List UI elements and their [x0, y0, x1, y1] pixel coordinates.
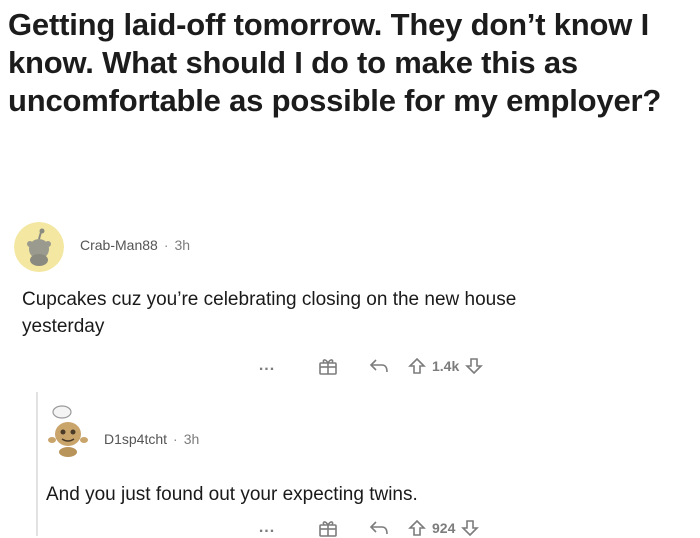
username[interactable]: D1sp4tcht — [104, 431, 167, 447]
upvote-icon[interactable] — [408, 357, 426, 375]
user-avatar-icon[interactable] — [40, 402, 96, 458]
comment-actions: ... 1.4k — [252, 356, 484, 376]
more-options-button[interactable]: ... — [252, 519, 282, 537]
downvote-icon[interactable] — [465, 357, 484, 375]
upvote-icon[interactable] — [408, 519, 426, 537]
comment-actions: ... 924 — [252, 518, 480, 538]
comment-body: Cupcakes cuz you’re celebrating closing … — [22, 289, 517, 337]
downvote-icon[interactable] — [461, 519, 480, 537]
comment-body: And you just found out your expecting tw… — [46, 484, 418, 505]
award-icon[interactable] — [318, 518, 338, 538]
meta-separator: · — [173, 431, 178, 447]
vote-score: 924 — [432, 520, 456, 536]
comment-meta: D1sp4tcht · 3h — [104, 431, 199, 447]
comment-age: 3h — [183, 431, 200, 447]
post-title: Getting laid-off tomorrow. They don’t kn… — [8, 7, 662, 118]
more-options-button[interactable]: ... — [252, 357, 282, 375]
username[interactable]: Crab-Man88 — [80, 237, 158, 253]
user-avatar-icon[interactable] — [14, 222, 64, 272]
thread-line[interactable] — [36, 392, 38, 536]
comment-age: 3h — [174, 237, 191, 253]
comment-meta: Crab-Man88 · 3h — [80, 237, 190, 253]
meta-separator: · — [163, 237, 169, 253]
award-icon[interactable] — [318, 356, 338, 376]
vote-score: 1.4k — [432, 358, 460, 374]
reply-icon[interactable] — [368, 519, 390, 537]
reply-icon[interactable] — [368, 357, 390, 375]
